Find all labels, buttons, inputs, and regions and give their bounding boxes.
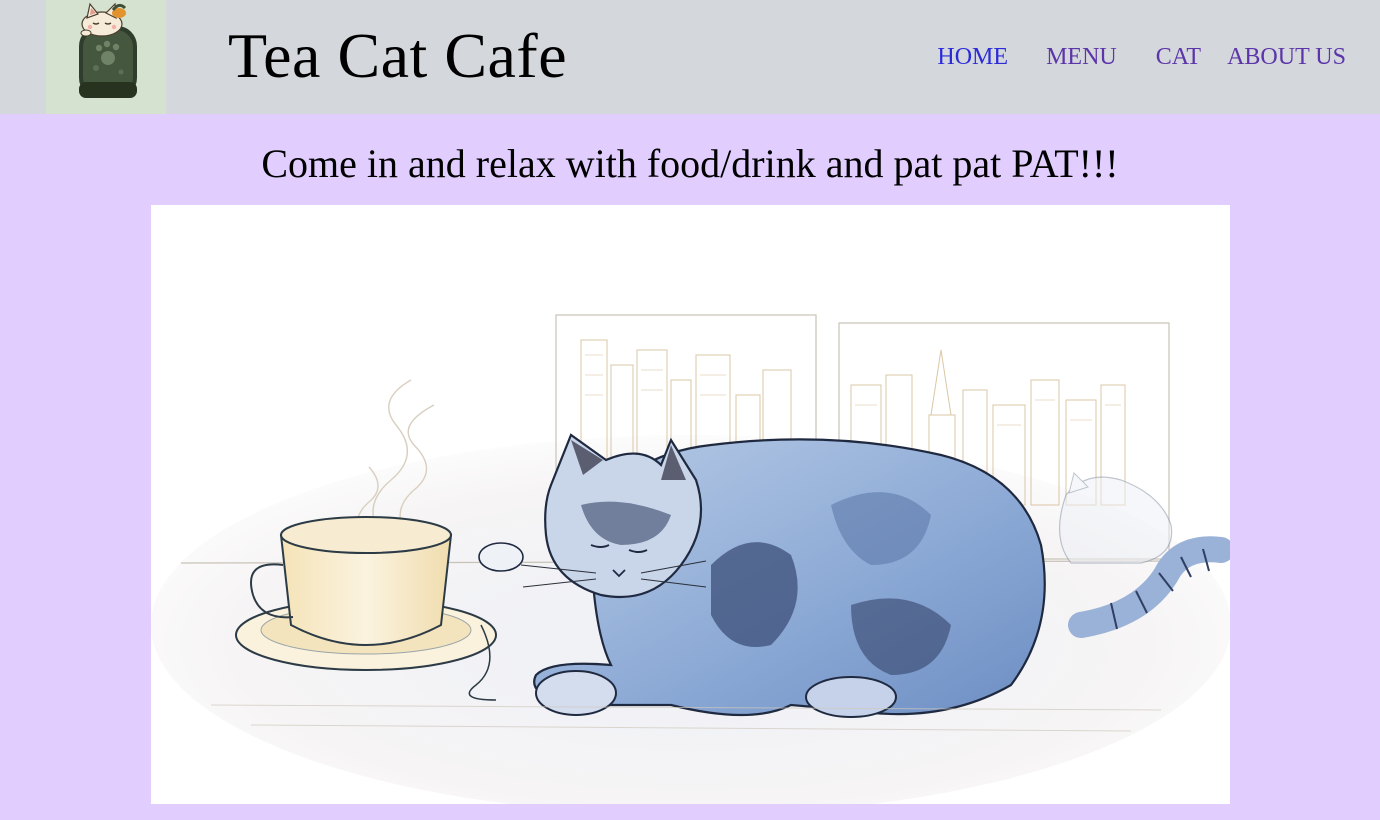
logo[interactable] <box>46 0 166 114</box>
header-bar: Tea Cat Cafe HOME MENU CAT ABOUT US <box>0 0 1380 114</box>
nav-link-menu[interactable]: MENU <box>1046 44 1117 71</box>
site-title: Tea Cat Cafe <box>228 20 568 91</box>
nav-link-home[interactable]: HOME <box>937 44 1008 71</box>
hero-image <box>151 205 1230 804</box>
nav-link-about-us[interactable]: ABOUT US <box>1227 44 1346 71</box>
cat-with-teacup-illustration-icon <box>151 205 1230 804</box>
nav-link-cat[interactable]: CAT <box>1156 44 1201 71</box>
main-nav: HOME MENU CAT ABOUT US <box>937 40 1346 74</box>
cat-in-teacup-logo-icon <box>79 2 137 98</box>
page-tagline: Come in and relax with food/drink and pa… <box>261 141 1119 186</box>
